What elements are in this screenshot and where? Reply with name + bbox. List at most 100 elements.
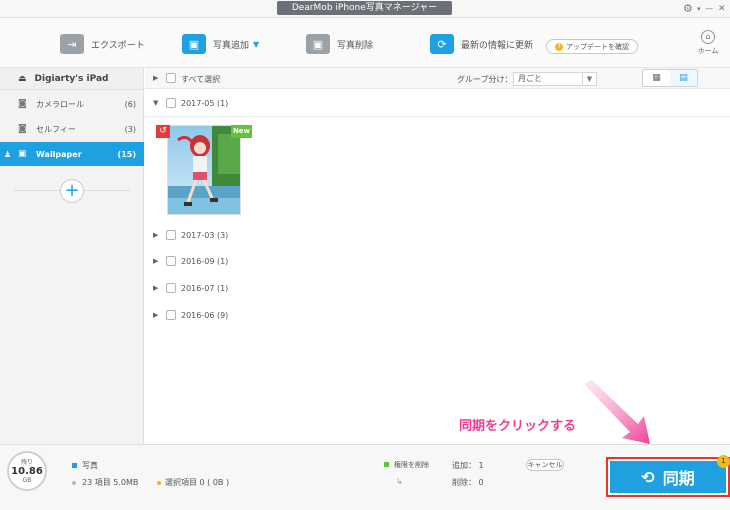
toolbar: ⇥ エクスポート ▣ 写真追加 ▼ ▣ 写真削除 ⟳ 最新の情報に更新 ↑ アッ…	[0, 18, 730, 68]
group-by-value: 月ごと	[518, 74, 542, 83]
delete-photo-label: 写真削除	[337, 40, 374, 51]
group-checkbox[interactable]	[166, 310, 176, 320]
settings-gear-icon[interactable]: ⚙	[683, 2, 693, 16]
image-icon: ▣	[18, 149, 27, 159]
expand-all-icon[interactable]: ▶	[153, 74, 158, 82]
group-label: 2017-03 (3)	[181, 231, 229, 240]
home-label: ホーム	[697, 47, 719, 55]
storage-gauge: 残り 10.86 GB	[7, 451, 47, 491]
group-by-select[interactable]: 月ごと ▼	[513, 72, 597, 86]
new-badge: New	[231, 125, 252, 138]
selected-summary: 選択項目 0 ( 0B )	[165, 478, 230, 487]
expand-icon[interactable]: ▶	[153, 257, 158, 265]
add-photo-label: 写真追加	[213, 40, 250, 51]
storage-unit: GB	[22, 477, 32, 484]
added-count: 追加： 1	[452, 461, 484, 470]
view-toggle: ▦ ▤	[642, 69, 698, 87]
sync-status-icon: ↺	[156, 125, 170, 138]
user-icon: ♟	[4, 149, 12, 159]
photos-label: 写真	[82, 461, 98, 470]
sidebar-item-count: (6)	[124, 99, 136, 109]
group-checkbox[interactable]	[166, 283, 176, 293]
sync-button[interactable]: ⟲ 同期	[610, 461, 726, 493]
storage-value: 10.86	[11, 466, 43, 477]
select-all-label: すべて選択	[181, 75, 221, 84]
group-label: 2016-06 (9)	[181, 311, 229, 320]
photos-legend-swatch	[72, 463, 77, 468]
minimize-icon[interactable]: —	[705, 2, 713, 16]
expand-icon[interactable]: ▶	[153, 284, 158, 292]
device-name: Digiarty's iPad	[34, 73, 109, 84]
chevron-down-icon: ▼	[582, 73, 596, 85]
refresh-label: 最新の情報に更新	[461, 40, 534, 51]
group-checkbox[interactable]	[166, 256, 176, 266]
sync-icon: ⟲	[641, 467, 655, 487]
group-by-label: グループ分け：	[457, 75, 513, 84]
add-photo-button[interactable]: ▣ 写真追加 ▼	[182, 32, 259, 56]
delete-permission-label: 権限を削除	[394, 461, 429, 469]
home-button[interactable]: ⌂ ホーム	[694, 30, 722, 56]
cancel-button[interactable]: キャンセル	[526, 459, 564, 471]
update-icon: ↑	[555, 42, 563, 51]
group-label: 2017-05 (1)	[181, 99, 229, 108]
sidebar-item-wallpaper[interactable]: ♟ ▣ Wallpaper (15)	[0, 142, 144, 166]
sync-highlight: ⟲ 同期	[606, 457, 730, 497]
expand-icon[interactable]: ▶	[153, 231, 158, 239]
storage-label: 残り	[20, 459, 33, 466]
group-checkbox[interactable]	[166, 98, 176, 108]
camera-icon: ◙	[18, 124, 27, 134]
export-label: エクスポート	[91, 40, 145, 51]
sidebar-item-camera-roll[interactable]: ◙ カメラロール (6)	[0, 92, 144, 116]
home-icon: ⌂	[701, 30, 715, 44]
collapse-icon[interactable]: ▼	[153, 99, 158, 107]
selection-bar: ▶ すべて選択 グループ分け： 月ごと ▼ ▦ ▤	[145, 68, 730, 89]
sidebar-item-selfie[interactable]: ◙ セルフィー (3)	[0, 117, 144, 141]
delete-permission-swatch	[384, 462, 389, 467]
pointer-arrow-annotation	[584, 380, 650, 444]
delete-photo-icon: ▣	[306, 34, 330, 54]
group-row-2016-09[interactable]: ▶ 2016-09 (1)	[145, 248, 730, 274]
dropdown-chevron-icon[interactable]: ▾	[697, 2, 701, 16]
refresh-button[interactable]: ⟳ 最新の情報に更新	[430, 32, 533, 56]
delete-photo-button[interactable]: ▣ 写真削除	[306, 32, 373, 56]
export-button[interactable]: ⇥ エクスポート	[60, 32, 145, 56]
group-checkbox[interactable]	[166, 230, 176, 240]
items-bullet	[72, 481, 76, 485]
add-photo-icon: ▣	[182, 34, 206, 54]
camera-icon: ◙	[18, 99, 27, 109]
add-album-button[interactable]: +	[60, 179, 84, 203]
sidebar-item-label: Wallpaper	[36, 149, 82, 159]
check-update-label: アップデートを確認	[566, 42, 629, 51]
sidebar-item-count: (15)	[117, 149, 136, 159]
group-row-2017-05[interactable]: ▼ 2017-05 (1)	[145, 90, 730, 117]
title-bar: DearMob iPhone写真マネージャー ⚙ ▾ — ✕	[0, 0, 730, 18]
sidebar-item-label: カメラロール	[36, 99, 84, 109]
items-summary: 23 項目 5.0MB	[82, 478, 139, 487]
add-photo-dropdown-icon[interactable]: ▼	[253, 40, 259, 49]
sync-callout: 同期をクリックする	[459, 419, 577, 434]
group-label: 2016-09 (1)	[181, 257, 229, 266]
sidebar-item-count: (3)	[124, 124, 136, 134]
sync-label: 同期	[662, 469, 695, 488]
group-label: 2016-07 (1)	[181, 284, 229, 293]
sidebar: ⏏ Digiarty's iPad ◙ カメラロール (6) ◙ セルフィー (…	[0, 68, 144, 444]
sync-count-badge: 1	[717, 455, 730, 468]
expand-icon[interactable]: ▶	[153, 311, 158, 319]
device-header[interactable]: ⏏ Digiarty's iPad	[0, 68, 143, 90]
group-row-2017-03[interactable]: ▶ 2017-03 (3)	[145, 222, 730, 248]
anime-wallpaper-image	[168, 126, 240, 214]
group-row-2016-07[interactable]: ▶ 2016-07 (1)	[145, 275, 730, 301]
export-icon: ⇥	[60, 34, 84, 54]
close-icon[interactable]: ✕	[718, 2, 726, 16]
small-grid-view-icon[interactable]: ▤	[670, 70, 697, 86]
refresh-icon: ⟳	[430, 34, 454, 54]
select-all-checkbox[interactable]	[166, 73, 176, 83]
large-grid-view-icon[interactable]: ▦	[643, 70, 670, 86]
sidebar-item-label: セルフィー	[36, 124, 76, 134]
eject-icon[interactable]: ⏏	[18, 74, 27, 84]
group-row-2016-06[interactable]: ▶ 2016-06 (9)	[145, 302, 730, 328]
selected-bullet	[157, 481, 161, 485]
check-update-button[interactable]: ↑ アップデートを確認	[546, 39, 638, 54]
deleted-count: 削除： 0	[452, 478, 484, 487]
photo-thumbnail[interactable]	[167, 125, 241, 215]
